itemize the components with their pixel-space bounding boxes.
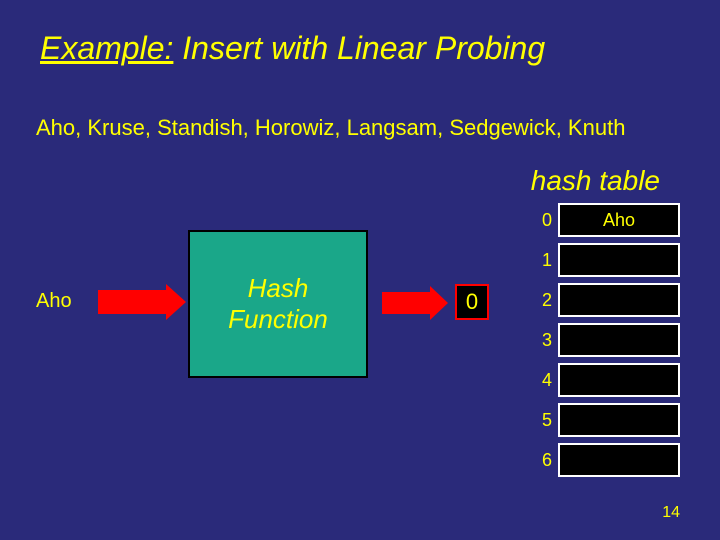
row-cell (558, 403, 680, 437)
page-number: 14 (662, 504, 680, 522)
row-cell (558, 323, 680, 357)
table-row: 4 (530, 360, 680, 400)
row-cell (558, 363, 680, 397)
hash-table: 0 Aho 1 2 3 4 5 6 (530, 200, 680, 480)
row-cell (558, 243, 680, 277)
table-row: 3 (530, 320, 680, 360)
hash-function-box: Hash Function (188, 230, 368, 378)
table-row: 6 (530, 440, 680, 480)
row-index: 4 (530, 370, 552, 391)
row-index: 5 (530, 410, 552, 431)
names-list: Aho, Kruse, Standish, Horowiz, Langsam, … (36, 115, 625, 141)
arrow-icon (382, 292, 432, 314)
slide-title: Example: Insert with Linear Probing (40, 30, 545, 67)
title-rest: Insert with Linear Probing (173, 30, 545, 66)
row-index: 6 (530, 450, 552, 471)
row-cell (558, 443, 680, 477)
table-row: 2 (530, 280, 680, 320)
table-row: 5 (530, 400, 680, 440)
row-cell (558, 283, 680, 317)
row-cell: Aho (558, 203, 680, 237)
title-example: Example: (40, 30, 173, 66)
row-index: 2 (530, 290, 552, 311)
row-index: 1 (530, 250, 552, 271)
hash-table-label: hash table (531, 165, 660, 197)
row-index: 3 (530, 330, 552, 351)
table-row: 0 Aho (530, 200, 680, 240)
hash-function-label: Hash Function (228, 273, 328, 335)
arrow-icon (98, 290, 168, 314)
hash-output: 0 (455, 284, 489, 320)
table-row: 1 (530, 240, 680, 280)
input-name: Aho (36, 290, 72, 313)
row-index: 0 (530, 210, 552, 231)
